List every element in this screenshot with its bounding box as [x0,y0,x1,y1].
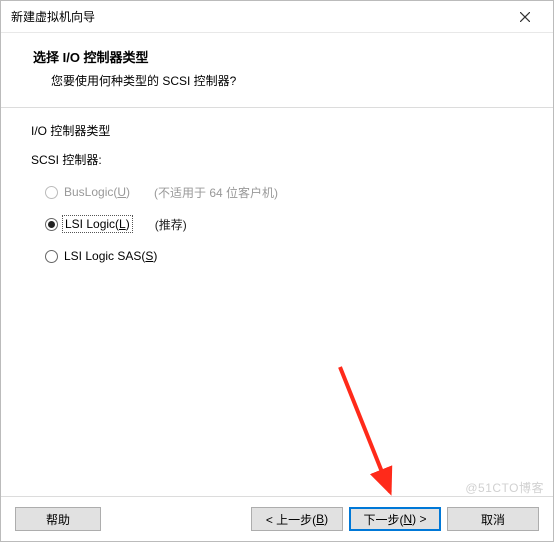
scsi-radio-group: BusLogic(U) (不适用于 64 位客户机) LSI Logic(L) … [31,182,523,266]
radio-label: LSI Logic SAS(S) [64,249,157,263]
radio-label: BusLogic(U) [64,185,130,199]
io-controller-group-label: I/O 控制器类型 [31,122,523,139]
window-title: 新建虚拟机向导 [11,8,505,25]
radio-icon [45,186,58,199]
radio-icon [45,218,58,231]
label-text: 下一步( [363,511,403,528]
wizard-footer: 帮助 < 上一步(B) 下一步(N) > 取消 [1,496,553,541]
close-icon [520,12,530,22]
title-bar: 新建虚拟机向导 [1,1,553,33]
help-button[interactable]: 帮助 [15,507,101,531]
wizard-header: 选择 I/O 控制器类型 您要使用何种类型的 SCSI 控制器? [1,33,553,107]
radio-option-lsilogic-sas[interactable]: LSI Logic SAS(S) [45,246,523,266]
next-button[interactable]: 下一步(N) > [349,507,441,531]
page-heading: 选择 I/O 控制器类型 [33,47,533,66]
accelerator-key: N [403,512,412,526]
close-button[interactable] [505,3,545,31]
radio-hint: (不适用于 64 位客户机) [154,184,278,201]
radio-option-lsilogic[interactable]: LSI Logic(L) (推荐) [45,214,523,234]
label-text: BusLogic( [64,185,117,199]
label-text: ) [126,185,130,199]
back-button[interactable]: < 上一步(B) [251,507,343,531]
label-text: ) > [412,512,426,526]
wizard-dialog: 新建虚拟机向导 选择 I/O 控制器类型 您要使用何种类型的 SCSI 控制器?… [0,0,554,542]
page-subheading: 您要使用何种类型的 SCSI 控制器? [33,72,533,89]
radio-icon [45,250,58,263]
label-text: ) [153,249,157,263]
label-text: ) [324,512,328,526]
cancel-button[interactable]: 取消 [447,507,539,531]
label-text: LSI Logic( [65,217,119,231]
label-text: LSI Logic SAS( [64,249,145,263]
accelerator-key: U [117,185,126,199]
label-text: ) [126,217,130,231]
radio-option-buslogic: BusLogic(U) (不适用于 64 位客户机) [45,182,523,202]
scsi-controller-label: SCSI 控制器: [31,151,523,168]
radio-label: LSI Logic(L) [64,217,131,231]
accelerator-key: L [119,217,126,231]
radio-hint: (推荐) [155,216,187,233]
label-text: < 上一步( [266,511,316,528]
content-area: I/O 控制器类型 SCSI 控制器: BusLogic(U) (不适用于 64… [1,108,553,496]
accelerator-key: S [145,249,153,263]
accelerator-key: B [316,512,324,526]
